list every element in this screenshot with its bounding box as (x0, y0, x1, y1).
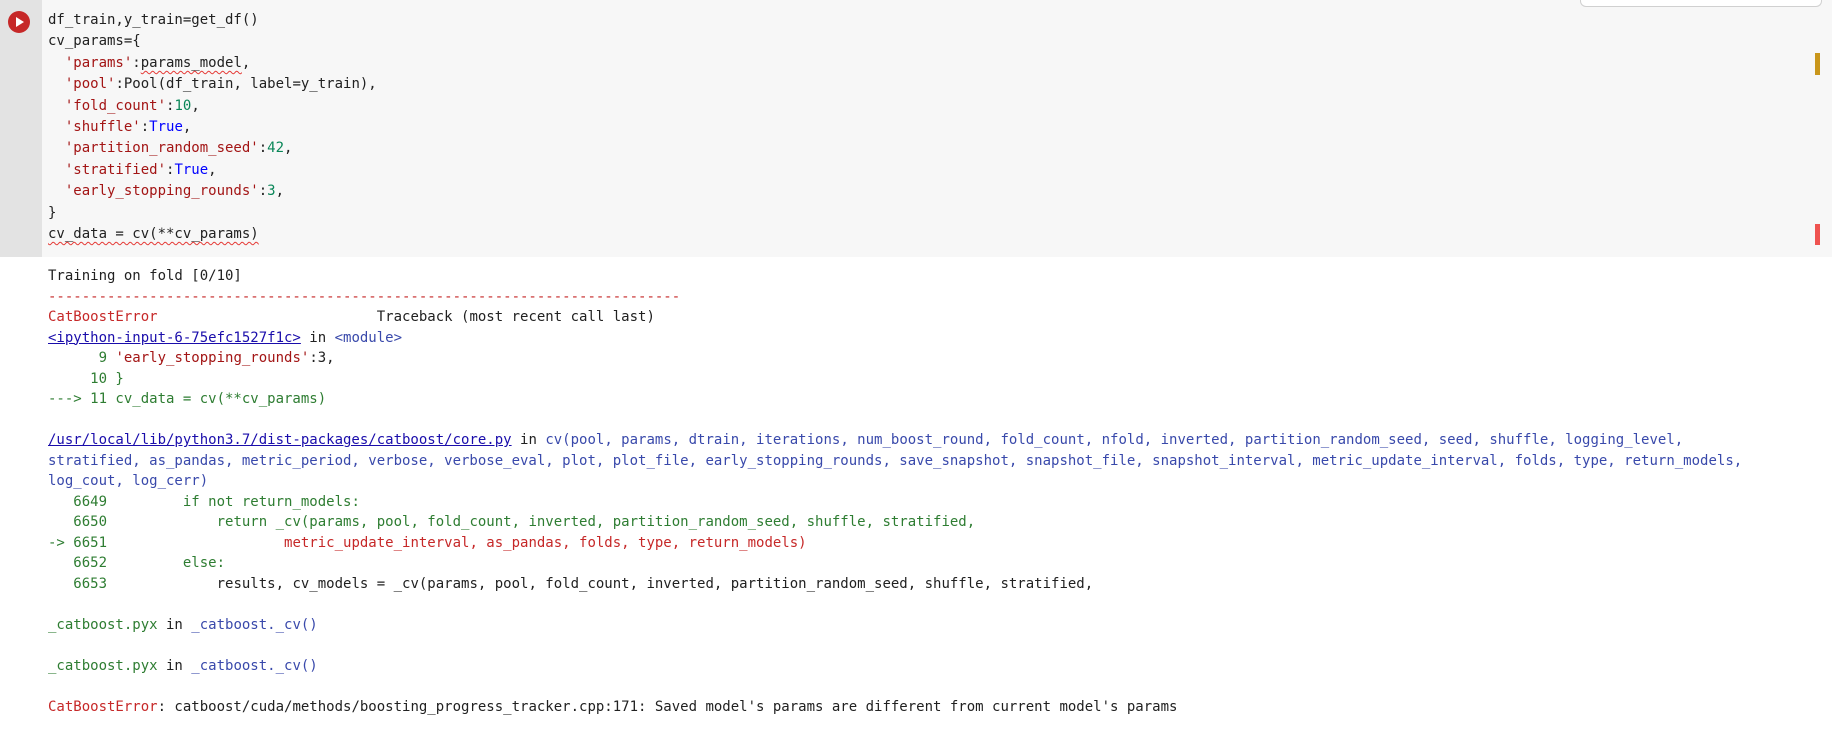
function-signature: cv(pool, params, dtrain, iterations, num… (545, 432, 1684, 448)
traceback-line: 6650 return _cv(params, pool, fold_count… (48, 512, 1742, 533)
string-token: 'partition_random_seed' (64, 140, 259, 157)
input-link[interactable]: <ipython-input-6-75efc1527f1c> (48, 330, 301, 346)
cell-gutter (0, 0, 42, 257)
function-signature: log_cout, log_cerr) (48, 473, 209, 489)
code-line: 'shuffle':True, (64, 118, 192, 135)
code-text: results, cv_models = _cv(params, pool, f… (115, 575, 1094, 592)
frame-header: _catboost.pyx in _catboost._cv() (48, 656, 1742, 677)
cell-toolbar (1580, 0, 1822, 7)
string-token: 'pool' (64, 76, 116, 93)
in-word: in (157, 616, 192, 633)
code-line: 'params':params_model, (64, 54, 251, 71)
string-token: 'early_stopping_rounds' (115, 350, 310, 366)
code-text: cv_params={ (48, 33, 141, 50)
pyx-file: _catboost.pyx (48, 657, 158, 674)
code-text: :Pool(df_train, label=y_train), (115, 76, 377, 93)
string-token: 'fold_count' (64, 97, 167, 114)
traceback-line: 10 } (48, 370, 124, 387)
frame-header: /usr/local/lib/python3.7/dist-packages/c… (48, 430, 1742, 451)
code-line: 'early_stopping_rounds':3, (64, 183, 285, 200)
function-name: _catboost._cv() (191, 657, 318, 674)
keyword-token: True (174, 161, 209, 178)
warning-marker (1815, 53, 1820, 75)
line-number: -> 6651 (48, 534, 116, 551)
final-error-line: CatBoostError: catboost/cuda/methods/boo… (48, 697, 1742, 718)
file-link[interactable]: /usr/local/lib/python3.7/dist-packages/c… (48, 432, 512, 448)
identifier-token: params_model (140, 54, 242, 71)
traceback-header-line: CatBoostError Traceback (most recent cal… (48, 307, 1742, 328)
code-text: metric_update_interval, as_pandas, folds… (115, 534, 807, 551)
output-line: Training on fold [0/10] (48, 268, 242, 284)
traceback-line: 9 'early_stopping_rounds':3, (48, 348, 1742, 369)
error-name: CatBoostError (48, 309, 158, 325)
code-line: df_train,y_train=get_df() (48, 10, 377, 31)
code-line: cv_params={ (48, 31, 377, 52)
run-cell-icon (16, 17, 24, 27)
string-token: 'params' (64, 54, 133, 71)
module-name: <module> (334, 329, 403, 346)
in-word: in (511, 432, 546, 448)
line-number: 6649 (48, 493, 116, 510)
code-line: 'fold_count':10, (64, 97, 200, 114)
function-signature: stratified, as_pandas, metric_period, ve… (48, 452, 1743, 469)
line-number: 6650 (48, 514, 116, 530)
error-name: CatBoostError (48, 698, 158, 715)
code-text: else: (115, 555, 226, 571)
code-text: df_train,y_train=get_df() (48, 12, 259, 28)
number-token: 10 (174, 97, 192, 114)
in-word: in (300, 329, 335, 346)
code-line: 'pool':Pool(df_train, label=y_train), (48, 74, 377, 95)
string-token: 'early_stopping_rounds' (64, 183, 259, 200)
code-text: return _cv(params, pool, fold_count, inv… (115, 514, 976, 530)
traceback-line: 6652 else: (48, 553, 1742, 574)
keyword-token: True (149, 118, 183, 135)
line-number: 6652 (48, 555, 116, 571)
frame-header: <ipython-input-6-75efc1527f1c> in <modul… (48, 328, 1742, 349)
error-marker (1815, 224, 1820, 245)
code-line: cv_data = cv(**cv_params) (48, 224, 377, 245)
code-cell[interactable]: df_train,y_train=get_df() cv_params={ 'p… (0, 0, 1832, 257)
cell-output: Training on fold [0/10] ----------------… (48, 266, 1742, 717)
function-name: _catboost._cv() (191, 616, 318, 633)
traceback-header: Traceback (most recent call last) (157, 309, 655, 325)
traceback-separator: ----------------------------------------… (48, 288, 681, 305)
traceback-line: 6653 results, cv_models = _cv(params, po… (48, 574, 1742, 595)
line-number: 6653 (48, 575, 116, 592)
run-cell-button[interactable] (8, 11, 30, 33)
code-editor[interactable]: df_train,y_train=get_df() cv_params={ 'p… (48, 10, 377, 245)
number-token: 3 (267, 183, 276, 200)
code-text: if not return_models: (115, 493, 360, 510)
traceback-arrow-line: -> 6651 metric_update_interval, as_panda… (48, 533, 1742, 554)
line-number: 9 (48, 350, 116, 366)
code-text: :3, (309, 350, 335, 366)
code-line: 'partition_random_seed':42, (64, 140, 293, 157)
pyx-file: _catboost.pyx (48, 616, 158, 633)
code-line: } (48, 203, 377, 224)
code-line: 'stratified':True, (64, 161, 217, 178)
error-message: : catboost/cuda/methods/boosting_progres… (157, 698, 1178, 715)
code-text: cv_data = cv(**cv_params) (48, 225, 259, 242)
number-token: 42 (267, 140, 285, 157)
in-word: in (157, 657, 192, 674)
traceback-arrow-line: ---> 11 cv_data = cv(**cv_params) (48, 391, 327, 407)
string-token: 'shuffle' (64, 118, 141, 135)
string-token: 'stratified' (64, 161, 167, 178)
traceback-line: 6649 if not return_models: (48, 492, 1742, 513)
frame-header: _catboost.pyx in _catboost._cv() (48, 615, 1742, 636)
code-text: } (48, 204, 57, 221)
